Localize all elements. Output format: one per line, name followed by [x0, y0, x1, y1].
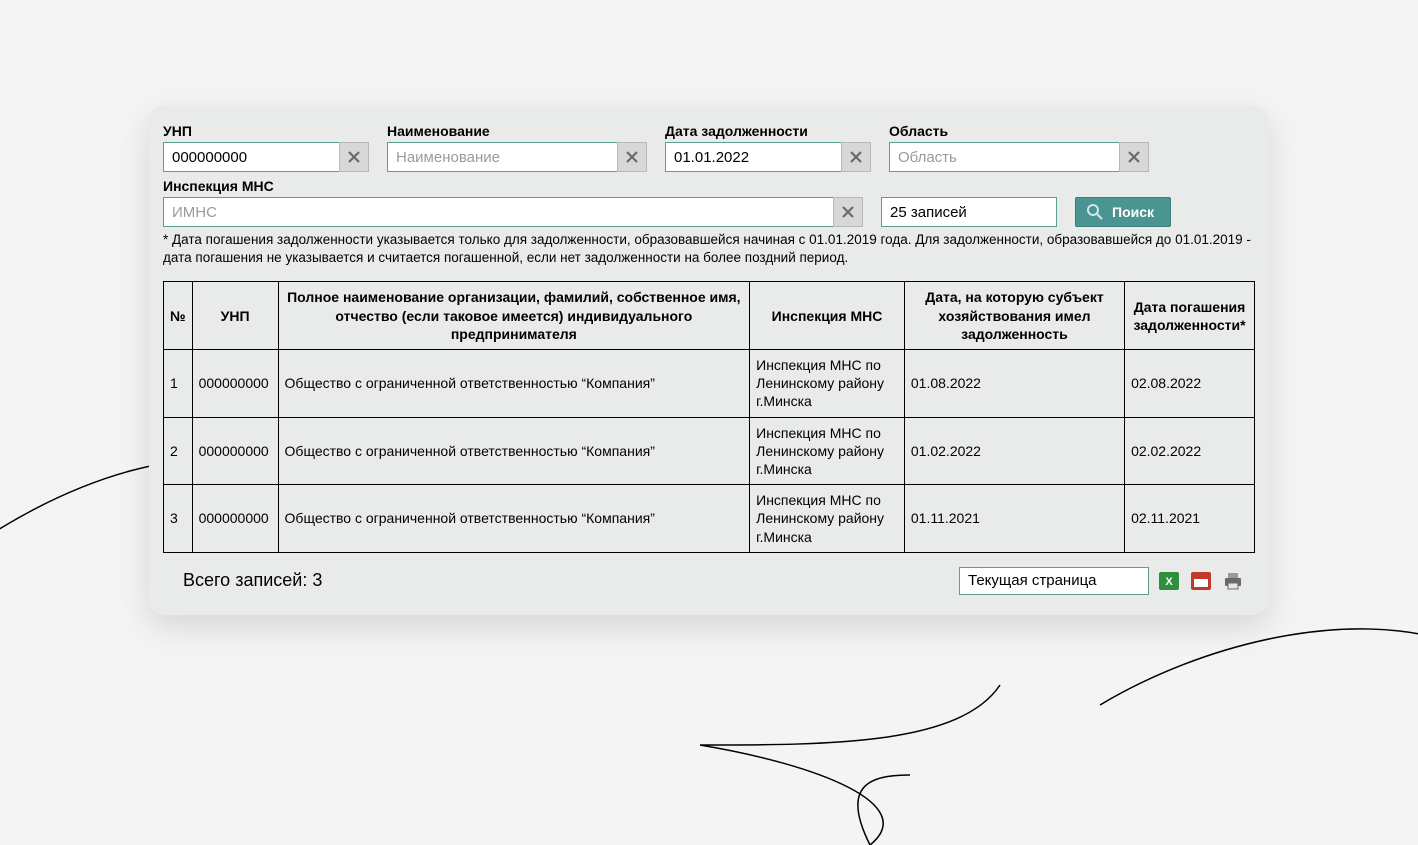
cell-repay: 02.02.2022: [1125, 417, 1255, 485]
export-xls-button[interactable]: X: [1157, 569, 1181, 593]
table-header-row: № УНП Полное наименование организации, ф…: [164, 282, 1255, 350]
search-button[interactable]: Поиск: [1075, 197, 1171, 227]
header-name: Полное наименование организации, фамилий…: [278, 282, 750, 350]
cell-unp: 000000000: [192, 417, 278, 485]
label-region: Область: [889, 123, 1149, 139]
cell-n: 2: [164, 417, 193, 485]
field-debt-date: Дата задолженности: [665, 123, 871, 172]
clear-region-button[interactable]: [1119, 142, 1149, 172]
header-repay: Дата погашения задолженности*: [1125, 282, 1255, 350]
label-debt-date: Дата задолженности: [665, 123, 871, 139]
results-table: № УНП Полное наименование организации, ф…: [163, 281, 1255, 552]
table-row: 3000000000Общество с ограниченной ответс…: [164, 485, 1255, 553]
footnote-text: * Дата погашения задолженности указывает…: [163, 231, 1255, 267]
svg-text:X: X: [1165, 576, 1173, 588]
cell-debt: 01.08.2022: [904, 350, 1124, 418]
unp-input[interactable]: [163, 142, 339, 172]
page-scope-select[interactable]: [959, 567, 1149, 595]
table-row: 1000000000Общество с ограниченной ответс…: [164, 350, 1255, 418]
close-icon: [347, 150, 361, 164]
header-insp: Инспекция МНС: [750, 282, 905, 350]
cell-name: Общество с ограниченной ответственностью…: [278, 350, 750, 418]
header-n: №: [164, 282, 193, 350]
cell-insp: Инспекция МНС по Ленинскому району г.Мин…: [750, 417, 905, 485]
imns-input[interactable]: [163, 197, 833, 227]
excel-icon: X: [1158, 570, 1180, 592]
search-button-label: Поиск: [1112, 204, 1154, 220]
cell-unp: 000000000: [192, 350, 278, 418]
table-footer: Всего записей: 3 X: [163, 567, 1255, 595]
export-pdf-button[interactable]: [1189, 569, 1213, 593]
field-region: Область: [889, 123, 1149, 172]
print-icon: [1222, 570, 1244, 592]
field-unp: УНП: [163, 123, 369, 172]
header-unp: УНП: [192, 282, 278, 350]
table-row: 2000000000Общество с ограниченной ответс…: [164, 417, 1255, 485]
total-records-label: Всего записей: 3: [183, 570, 322, 591]
close-icon: [1127, 150, 1141, 164]
label-imns: Инспекция МНС: [163, 178, 863, 194]
field-imns: Инспекция МНС: [163, 178, 863, 227]
debt-date-input[interactable]: [665, 142, 841, 172]
close-icon: [841, 205, 855, 219]
header-debt: Дата, на которую субъект хозяйствования …: [904, 282, 1124, 350]
records-select[interactable]: [881, 197, 1057, 227]
label-name: Наименование: [387, 123, 647, 139]
cell-debt: 01.02.2022: [904, 417, 1124, 485]
cell-debt: 01.11.2021: [904, 485, 1124, 553]
cell-name: Общество с ограниченной ответственностью…: [278, 417, 750, 485]
name-input[interactable]: [387, 142, 617, 172]
cell-n: 3: [164, 485, 193, 553]
cell-insp: Инспекция МНС по Ленинскому району г.Мин…: [750, 350, 905, 418]
clear-name-button[interactable]: [617, 142, 647, 172]
pdf-icon: [1190, 570, 1212, 592]
cell-insp: Инспекция МНС по Ленинскому району г.Мин…: [750, 485, 905, 553]
label-unp: УНП: [163, 123, 369, 139]
clear-unp-button[interactable]: [339, 142, 369, 172]
close-icon: [849, 150, 863, 164]
field-name: Наименование: [387, 123, 647, 172]
search-panel: УНП Наименование Дата задолженности: [149, 105, 1269, 615]
print-button[interactable]: [1221, 569, 1245, 593]
region-input[interactable]: [889, 142, 1119, 172]
cell-repay: 02.11.2021: [1125, 485, 1255, 553]
search-icon: [1086, 203, 1104, 221]
clear-debt-date-button[interactable]: [841, 142, 871, 172]
cell-unp: 000000000: [192, 485, 278, 553]
cell-n: 1: [164, 350, 193, 418]
close-icon: [625, 150, 639, 164]
cell-repay: 02.08.2022: [1125, 350, 1255, 418]
cell-name: Общество с ограниченной ответственностью…: [278, 485, 750, 553]
clear-imns-button[interactable]: [833, 197, 863, 227]
